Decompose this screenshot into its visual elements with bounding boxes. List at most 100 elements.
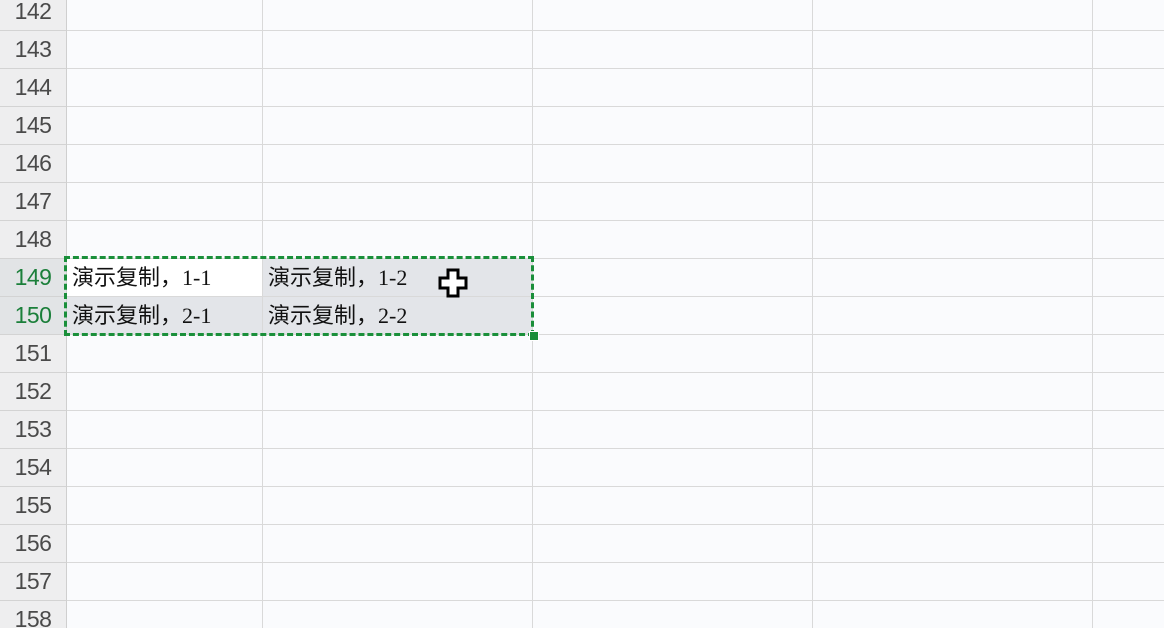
cell[interactable] <box>813 221 1093 259</box>
cell[interactable] <box>1093 563 1164 601</box>
cell[interactable] <box>1093 31 1164 69</box>
cell[interactable] <box>533 69 813 107</box>
cell[interactable] <box>813 183 1093 221</box>
fill-handle[interactable] <box>529 331 539 341</box>
cell[interactable] <box>813 487 1093 525</box>
cell[interactable] <box>1093 411 1164 449</box>
cell[interactable] <box>1093 297 1164 335</box>
cell[interactable] <box>1093 0 1164 31</box>
cell[interactable] <box>533 487 813 525</box>
cell[interactable]: 演示复制，2-2 <box>263 297 533 335</box>
row-header[interactable]: 143 <box>0 31 67 69</box>
cell[interactable] <box>533 563 813 601</box>
cell[interactable] <box>67 601 263 628</box>
cell[interactable]: 演示复制，1-2 <box>263 259 533 297</box>
cell[interactable] <box>813 145 1093 183</box>
cell[interactable] <box>813 601 1093 628</box>
cell[interactable] <box>533 221 813 259</box>
row-header[interactable]: 156 <box>0 525 67 563</box>
cell[interactable] <box>263 373 533 411</box>
row-header[interactable]: 149 <box>0 259 67 297</box>
cell[interactable] <box>263 0 533 31</box>
cell[interactable] <box>263 183 533 221</box>
cell[interactable] <box>263 487 533 525</box>
cell[interactable] <box>263 601 533 628</box>
cell[interactable] <box>263 69 533 107</box>
cell[interactable] <box>533 601 813 628</box>
cell[interactable] <box>533 449 813 487</box>
cell[interactable] <box>533 31 813 69</box>
cell[interactable] <box>813 373 1093 411</box>
row-header[interactable]: 148 <box>0 221 67 259</box>
cell[interactable] <box>1093 145 1164 183</box>
cell[interactable] <box>1093 601 1164 628</box>
cell[interactable] <box>813 525 1093 563</box>
cell[interactable] <box>67 221 263 259</box>
cell[interactable] <box>67 449 263 487</box>
cell[interactable] <box>1093 335 1164 373</box>
cell[interactable] <box>263 31 533 69</box>
cell[interactable] <box>67 0 263 31</box>
row-header[interactable]: 144 <box>0 69 67 107</box>
cell[interactable] <box>67 487 263 525</box>
cell[interactable]: 演示复制，2-1 <box>67 297 263 335</box>
cell[interactable] <box>533 259 813 297</box>
row-header[interactable]: 145 <box>0 107 67 145</box>
cell[interactable] <box>533 0 813 31</box>
cell[interactable] <box>67 335 263 373</box>
cell[interactable] <box>263 525 533 563</box>
row-header[interactable]: 146 <box>0 145 67 183</box>
cell[interactable] <box>263 335 533 373</box>
row-header[interactable]: 154 <box>0 449 67 487</box>
cell[interactable] <box>1093 525 1164 563</box>
cell[interactable] <box>67 563 263 601</box>
cell[interactable] <box>263 107 533 145</box>
row-header[interactable]: 153 <box>0 411 67 449</box>
cell[interactable] <box>533 411 813 449</box>
row-header[interactable]: 157 <box>0 563 67 601</box>
cell[interactable] <box>263 563 533 601</box>
cell[interactable] <box>263 411 533 449</box>
cell[interactable] <box>813 563 1093 601</box>
cell[interactable] <box>1093 259 1164 297</box>
cell[interactable] <box>533 373 813 411</box>
cell[interactable] <box>813 297 1093 335</box>
row-header[interactable]: 158 <box>0 601 67 628</box>
cell[interactable] <box>533 145 813 183</box>
cell[interactable] <box>813 259 1093 297</box>
row-header[interactable]: 152 <box>0 373 67 411</box>
cell[interactable] <box>67 31 263 69</box>
cell[interactable] <box>813 107 1093 145</box>
cell[interactable] <box>1093 69 1164 107</box>
cell[interactable] <box>263 449 533 487</box>
cell[interactable] <box>67 525 263 563</box>
cell[interactable]: 演示复制，1-1 <box>67 259 263 297</box>
cell[interactable] <box>1093 107 1164 145</box>
cell[interactable] <box>533 183 813 221</box>
cell[interactable] <box>67 183 263 221</box>
cell[interactable] <box>813 0 1093 31</box>
row-header[interactable]: 142 <box>0 0 67 31</box>
cell[interactable] <box>67 373 263 411</box>
row-header[interactable]: 151 <box>0 335 67 373</box>
cell[interactable] <box>67 145 263 183</box>
cell[interactable] <box>533 525 813 563</box>
cell[interactable] <box>1093 487 1164 525</box>
cell[interactable] <box>1093 183 1164 221</box>
cell[interactable] <box>813 31 1093 69</box>
cell[interactable] <box>263 221 533 259</box>
row-header[interactable]: 147 <box>0 183 67 221</box>
cell[interactable] <box>813 411 1093 449</box>
row-header[interactable]: 155 <box>0 487 67 525</box>
cell[interactable] <box>67 107 263 145</box>
row-header[interactable]: 150 <box>0 297 67 335</box>
cell[interactable] <box>813 449 1093 487</box>
cell[interactable] <box>1093 221 1164 259</box>
cell[interactable] <box>1093 449 1164 487</box>
cell[interactable] <box>813 335 1093 373</box>
cell[interactable] <box>533 107 813 145</box>
cell[interactable] <box>813 69 1093 107</box>
cell[interactable] <box>533 335 813 373</box>
cell[interactable] <box>67 69 263 107</box>
cell[interactable] <box>1093 373 1164 411</box>
